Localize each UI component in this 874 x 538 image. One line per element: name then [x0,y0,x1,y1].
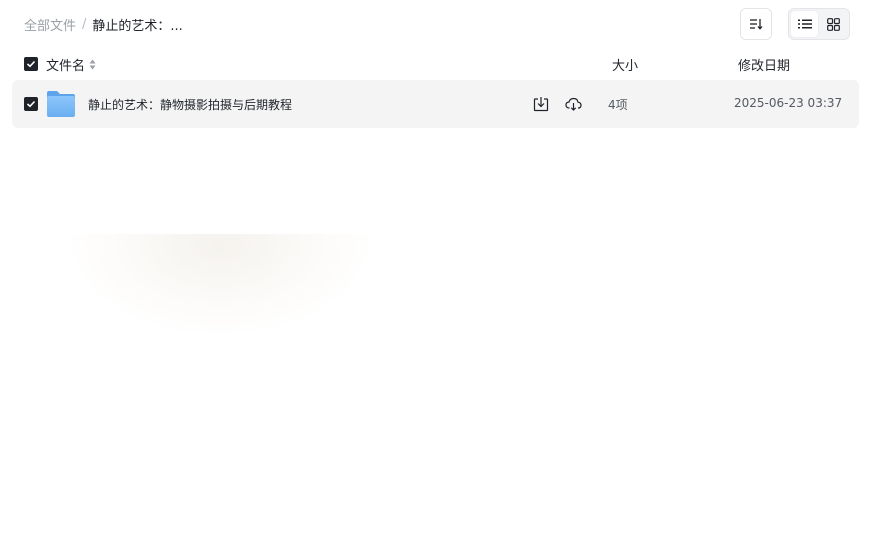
column-header-size: 大小 [612,59,639,74]
background-watermark [70,234,370,334]
cloud-save-icon [564,97,582,111]
file-modified-date: 2025-06-23 03:37 [734,96,843,110]
list-view-button[interactable] [791,11,818,37]
select-all-checkbox[interactable] [24,57,38,71]
sort-button[interactable] [740,8,772,40]
file-name[interactable]: 静止的艺术：静物摄影拍摄与后期教程 [88,96,292,113]
folder-icon [47,91,75,117]
grid-view-button[interactable] [820,11,847,37]
column-header-name[interactable]: 文件名 [46,55,96,74]
row-checkbox[interactable] [24,97,38,111]
column-header-name-label: 文件名 [46,59,86,74]
grid-view-icon [827,17,840,31]
breadcrumb: 全部文件 / 静止的艺术：... [24,14,183,34]
sort-list-icon [750,19,763,30]
table-header: 文件名 大小 修改日期 [12,50,859,78]
view-toggle [788,8,850,40]
check-icon [26,100,36,108]
table-row[interactable]: 静止的艺术：静物摄影拍摄与后期教程 4项 2025-06-23 03:37 [12,80,859,128]
check-icon [26,60,36,68]
file-size: 4项 [608,98,628,112]
list-view-icon [797,19,812,29]
sort-caret-icon [89,59,96,70]
column-header-modified: 修改日期 [738,59,791,74]
breadcrumb-current: 静止的艺术：... [92,18,183,34]
breadcrumb-root-link[interactable]: 全部文件 [24,15,76,34]
breadcrumb-separator: / [82,16,87,32]
download-icon [533,97,549,112]
download-button[interactable] [532,95,550,113]
save-to-cloud-button[interactable] [564,95,582,113]
